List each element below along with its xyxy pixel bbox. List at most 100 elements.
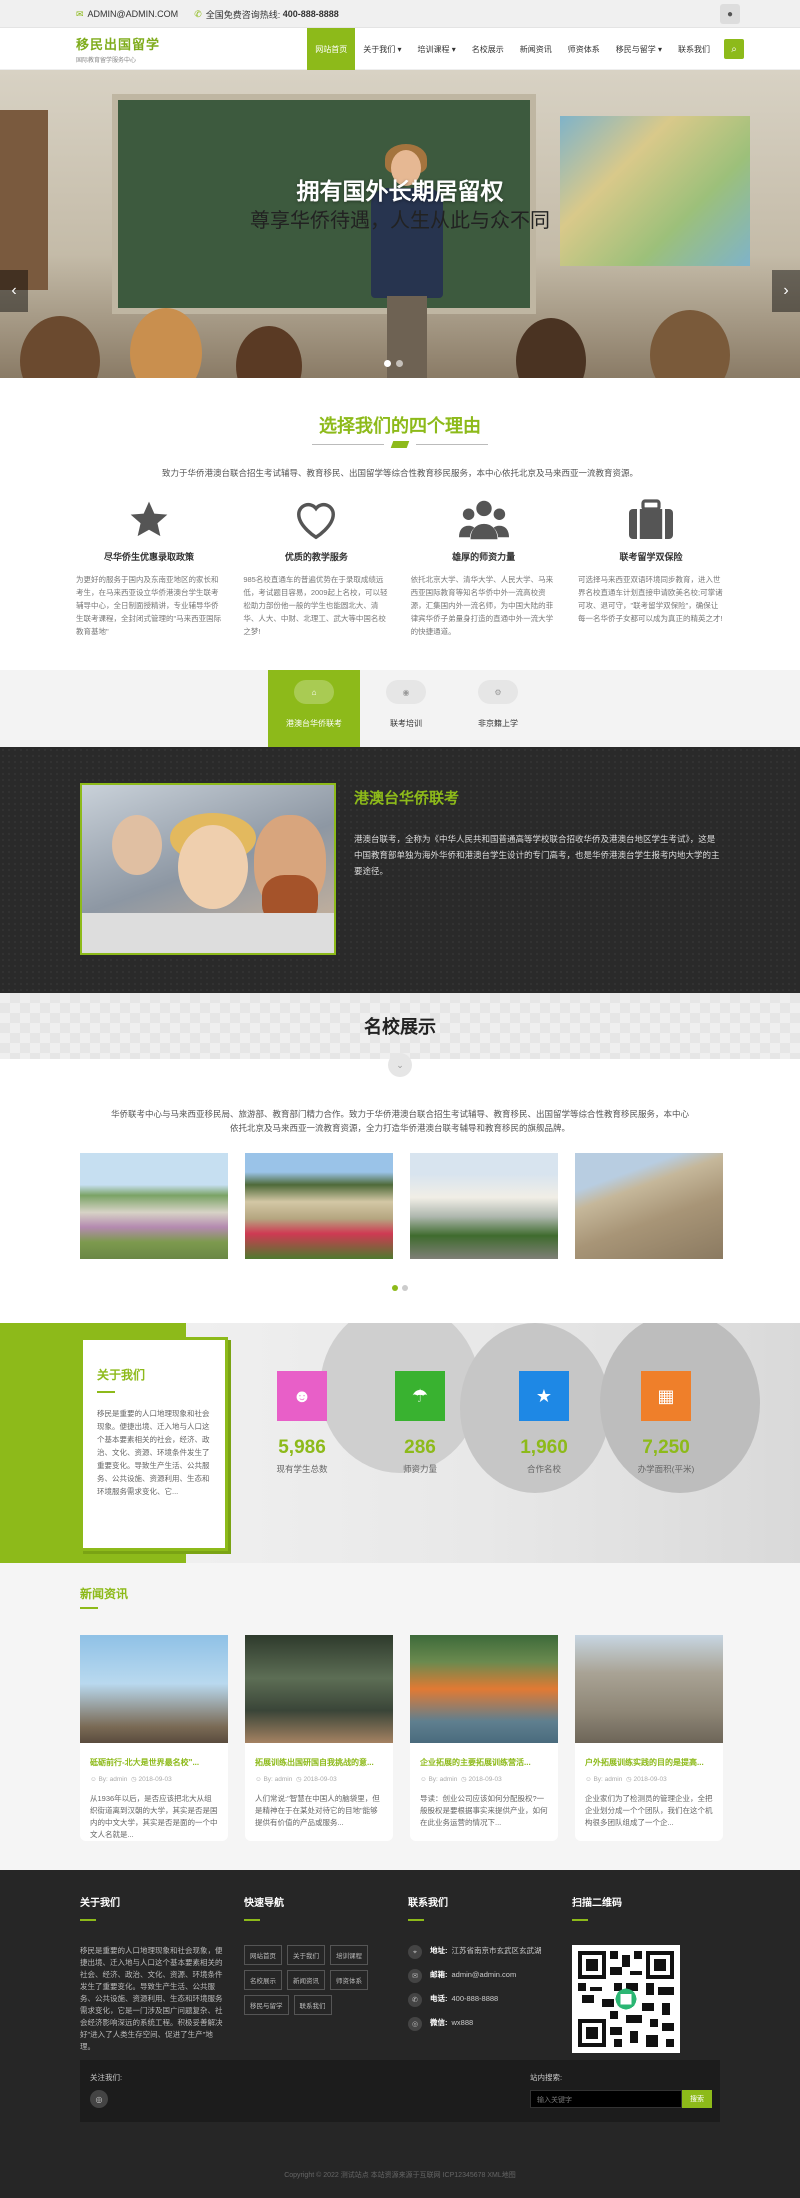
news-card[interactable]: 拓展训练出国研国自我挑战的意... ☺ By: admin ◷ 2018-09-…: [245, 1635, 393, 1841]
nav-news[interactable]: 新闻资讯: [512, 28, 560, 70]
news-card-meta: ☺ By: admin ◷ 2018-09-03: [255, 1776, 337, 1783]
footer-link[interactable]: 关于我们: [287, 1945, 325, 1965]
schools-intro: 华侨联考中心与马来西亚移民局、旅游部、教育部门精力合作。致力于华侨港澳台联合招生…: [0, 1107, 800, 1135]
footer-about-title: 关于我们: [80, 1898, 120, 1909]
stat-value: 1,960: [520, 1437, 568, 1458]
school-image[interactable]: [80, 1153, 228, 1259]
nav-about[interactable]: 关于我们 ▾: [355, 28, 409, 70]
school-image[interactable]: [245, 1153, 393, 1259]
news-card-meta: ☺ By: admin ◷ 2018-09-03: [585, 1776, 667, 1783]
stat-teachers: ☂ 286 师资力量: [372, 1371, 468, 1475]
logo[interactable]: 移民出国留学 国际教育留学服务中心: [76, 34, 160, 64]
nav-courses[interactable]: 培训课程 ▾: [410, 28, 464, 70]
schools-section: 名校展示 ⌄ 华侨联考中心与马来西亚移民局、旅游部、教育部门精力合作。致力于华侨…: [0, 993, 800, 1323]
footer-about-text: 移民是重要的人口地理现象和社会现象，便捷出境、迁入地与人口这个基本要素相关的社会…: [80, 1946, 223, 2051]
phone-number: 400-888-8888: [282, 9, 339, 19]
person-icon: ☺: [90, 1776, 97, 1783]
stat-value: 5,986: [278, 1437, 326, 1458]
contact-phone: ✆ 电话: 400-888-8888: [408, 1993, 558, 2007]
reason-text: 依托北京大学、清华大学、人民大学、马来西亚国际教育等知名华侨中外一流高校资源，汇…: [410, 575, 554, 636]
hero-slider: 拥有国外长期居留权 尊享华侨待遇，人生从此与众不同 ‹ ›: [0, 70, 800, 378]
slider-dot[interactable]: [396, 360, 403, 367]
heart-icon: [243, 496, 389, 544]
star-icon: ★: [519, 1371, 569, 1421]
building-icon: ▦: [641, 1371, 691, 1421]
footer-search-input[interactable]: 输入关键字: [530, 2090, 682, 2108]
briefcase-icon: [578, 496, 724, 544]
about-text: 移民是重要的人口地理现象和社会现象。便捷出境、迁入地与人口这个基本要素相关的社会…: [97, 1409, 210, 1496]
footer-link[interactable]: 师资体系: [330, 1970, 368, 1990]
person-icon: ☺: [585, 1776, 592, 1783]
reason-title: 尽华侨生优惠录取政策: [103, 552, 194, 562]
stat-students: ☻ 5,986 现有学生总数: [254, 1371, 350, 1475]
contact-email[interactable]: ✉ 邮箱: admin@admin.com: [408, 1969, 558, 1983]
reason-title: 雄厚的师资力量: [452, 552, 516, 562]
news-card-excerpt: 导读：创业公司应该如何分配股权?一般股权是要根据事实来提供产业，如何在此业务运营…: [420, 1794, 548, 1827]
stat-value: 7,250: [642, 1437, 690, 1458]
reasons-intro: 致力于华侨港澳台联合招生考试辅导、教育移民、出国留学等综合性教育移民服务，本中心…: [161, 468, 638, 478]
reason-title: 优质的教学服务: [284, 552, 348, 562]
news-card-title[interactable]: 户外拓展训练实践的目的是提高...: [585, 1757, 713, 1768]
footer-search-button[interactable]: 搜索: [682, 2090, 712, 2108]
tab-exam-training[interactable]: ◉ 联考培训: [360, 670, 452, 747]
footer-link[interactable]: 名校展示: [244, 1970, 282, 1990]
news-image: [575, 1635, 723, 1743]
news-card-title[interactable]: 企业拓展的主要拓展训练营活...: [420, 1757, 548, 1768]
footer-link[interactable]: 新闻资讯: [287, 1970, 325, 1990]
pager-dot[interactable]: [392, 1285, 398, 1291]
news-card[interactable]: 企业拓展的主要拓展训练营活... ☺ By: admin ◷ 2018-09-0…: [410, 1635, 558, 1841]
nav-teachers[interactable]: 师资体系: [560, 28, 608, 70]
stat-value: 286: [404, 1437, 436, 1458]
news-card[interactable]: 户外拓展训练实践的目的是提高... ☺ By: admin ◷ 2018-09-…: [575, 1635, 723, 1841]
news-card-meta: ☺ By: admin ◷ 2018-09-03: [420, 1776, 502, 1783]
email-info[interactable]: ✉ ADMIN@ADMIN.COM: [76, 9, 178, 20]
nav-schools[interactable]: 名校展示: [464, 28, 512, 70]
news-card-excerpt: 企业家们为了检测员的管理企业，全把企业划分成一个个团队，我们在这个机构很多团队组…: [585, 1794, 713, 1827]
user-icon[interactable]: ●: [720, 4, 740, 24]
users-icon: ☻: [277, 1371, 327, 1421]
about-card: 关于我们 移民是重要的人口地理现象和社会现象。便捷出境、迁入地与人口这个基本要素…: [80, 1337, 228, 1551]
hero-title: 拥有国外长期居留权: [296, 178, 504, 204]
footer-link[interactable]: 网站首页: [244, 1945, 282, 1965]
footer-qr: 扫描二维码: [572, 1894, 712, 2053]
footer-link[interactable]: 培训课程: [330, 1945, 368, 1965]
stat-label: 师资力量: [402, 1464, 437, 1474]
tab-non-beijing[interactable]: ⚙ 非京籍上学: [452, 670, 544, 747]
slider-dots: [384, 360, 403, 367]
hero-subtitle: 尊享华侨待遇，人生从此与众不同: [250, 210, 550, 232]
footer-link[interactable]: 联系我们: [293, 1995, 332, 2015]
nav-immigration[interactable]: 移民与留学 ▾: [608, 28, 670, 70]
logo-title: 移民出国留学: [76, 38, 161, 53]
news-card-title[interactable]: 砥砺前行-北大是世界最名校"...: [90, 1757, 218, 1768]
slider-prev-button[interactable]: ‹: [0, 270, 28, 312]
mail-icon: ✉: [76, 8, 84, 19]
stat-label: 办学面积(平米): [637, 1464, 695, 1474]
search-icon[interactable]: ⌕: [724, 39, 744, 59]
eye-icon: ◉: [386, 680, 426, 704]
school-image[interactable]: [410, 1153, 558, 1259]
reason-text: 为更好的服务于国内及东南亚地区的家长和考生，在马来西亚设立华侨港澳台学生联考辅导…: [76, 575, 222, 636]
wechat-icon[interactable]: ◎: [90, 2090, 108, 2108]
reason-card: 联考留学双保险 可选择马来西亚双语环境同步教育，进入世界名校直通车计划直接申请欧…: [578, 496, 724, 638]
tab-hk-macao-taiwan[interactable]: ⌂ 港澳台华侨联考: [268, 670, 360, 754]
slider-dot[interactable]: [384, 360, 391, 367]
users-icon: [411, 496, 557, 544]
feature-text: 港澳台联考，全称为《中华人民共和国普通高等学校联合招收华侨及港澳台地区学生考试》…: [354, 834, 720, 876]
news-card-title[interactable]: 拓展训练出国研国自我挑战的意...: [255, 1757, 383, 1768]
nav-contact[interactable]: 联系我们: [670, 28, 718, 70]
person-icon: ☺: [420, 1776, 427, 1783]
nav-home[interactable]: 网站首页: [307, 28, 356, 70]
phone-info: ✆ 全国免费咨询热线: 400-888-8888: [194, 8, 339, 21]
umbrella-icon: ☂: [395, 1371, 445, 1421]
footer-contact-title: 联系我们: [408, 1898, 448, 1909]
phone-label: 全国免费咨询热线:: [205, 9, 281, 20]
footer-link[interactable]: 移民与留学: [244, 1995, 289, 2015]
star-icon: [76, 496, 222, 544]
logo-subtitle: 国际教育留学服务中心: [76, 58, 137, 64]
news-image: [245, 1635, 393, 1743]
wechat-icon: ◎: [408, 2017, 422, 2031]
pager-dot[interactable]: [402, 1285, 408, 1291]
slider-next-button[interactable]: ›: [772, 270, 800, 312]
school-image[interactable]: [575, 1153, 723, 1259]
news-card[interactable]: 砥砺前行-北大是世界最名校"... ☺ By: admin ◷ 2018-09-…: [80, 1635, 228, 1841]
